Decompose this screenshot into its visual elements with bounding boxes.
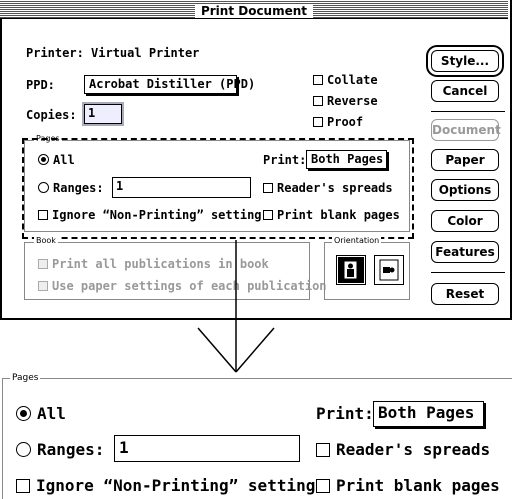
ranges-label: Ranges:: [53, 181, 104, 195]
print-blank-checkbox[interactable]: Print blank pages: [263, 208, 400, 222]
blank-check-icon: [263, 210, 273, 220]
ranges-radio[interactable]: Ranges:: [38, 181, 104, 195]
radio-selected-icon: [16, 406, 31, 421]
document-button[interactable]: Document: [431, 119, 501, 141]
blank-label: Print blank pages: [277, 208, 400, 222]
proof-label: Proof: [327, 115, 364, 129]
zoom-arrow-icon: [0, 238, 512, 378]
proof-check-icon: [313, 117, 323, 127]
style-button[interactable]: Style...: [431, 50, 499, 72]
zoomed-ignore-label: Ignore “Non-Printing” setting: [36, 476, 316, 495]
zoomed-readers-label: Reader's spreads: [336, 440, 491, 459]
printer-value: Virtual Printer: [91, 46, 200, 60]
ignore-check-icon: [16, 479, 30, 493]
zoomed-ignore-checkbox[interactable]: Ignore “Non-Printing” setting: [16, 476, 315, 495]
readers-check-icon: [316, 443, 330, 457]
readers-spreads-checkbox[interactable]: Reader's spreads: [263, 181, 393, 195]
radio-selected-icon: [38, 154, 49, 165]
blank-check-icon: [316, 479, 330, 493]
paper-button[interactable]: Paper: [431, 149, 499, 171]
collate-label: Collate: [327, 73, 378, 87]
ppd-popup[interactable]: Acrobat Distiller (PPD): [84, 75, 255, 94]
print-label: Print:: [263, 153, 307, 167]
zoomed-all-radio[interactable]: All: [16, 404, 66, 423]
printer-label: Printer:: [26, 46, 84, 60]
printer-row: Printer: Virtual Printer: [26, 46, 199, 60]
cancel-button[interactable]: Cancel: [431, 80, 499, 102]
all-radio[interactable]: All: [38, 153, 75, 167]
zoomed-print-label: Print:: [316, 404, 374, 423]
zoomed-all-label: All: [37, 404, 66, 423]
reverse-check-icon: [313, 96, 323, 106]
copies-label: Copies:: [26, 108, 77, 122]
collate-check-icon: [313, 75, 323, 85]
radio-empty-icon: [16, 442, 31, 457]
zoomed-readers-checkbox[interactable]: Reader's spreads: [316, 440, 490, 459]
options-button[interactable]: Options: [431, 179, 499, 201]
window-title-wrap: Print Document: [0, 0, 508, 18]
collate-checkbox[interactable]: Collate: [313, 73, 378, 87]
proof-checkbox[interactable]: Proof: [313, 115, 363, 129]
zoomed-blank-checkbox[interactable]: Print blank pages: [316, 476, 500, 495]
ppd-label: PPD:: [26, 78, 55, 92]
reverse-label: Reverse: [327, 94, 378, 108]
readers-check-icon: [263, 183, 273, 193]
zoomed-ranges-label: Ranges:: [37, 440, 105, 459]
zoomed-print-popup[interactable]: Both Pages: [373, 401, 484, 427]
print-popup[interactable]: Both Pages: [306, 150, 387, 169]
readers-label: Reader's spreads: [277, 181, 393, 195]
zoomed-blank-label: Print blank pages: [336, 476, 500, 495]
zoomed-ranges-input[interactable]: 1: [114, 435, 300, 462]
button-separator: [431, 111, 505, 112]
all-label: All: [53, 153, 75, 167]
ranges-input[interactable]: 1: [112, 177, 251, 198]
ignore-nonprinting-checkbox[interactable]: Ignore “Non-Printing” setting: [38, 208, 262, 222]
reverse-checkbox[interactable]: Reverse: [313, 94, 378, 108]
zoomed-ranges-radio[interactable]: Ranges:: [16, 440, 104, 459]
radio-empty-icon: [38, 182, 49, 193]
copies-input[interactable]: 1: [84, 104, 122, 124]
ignore-label: Ignore “Non-Printing” setting: [52, 208, 262, 222]
ignore-check-icon: [38, 210, 48, 220]
window-title: Print Document: [194, 4, 314, 18]
color-button[interactable]: Color: [431, 210, 499, 232]
zoomed-pages-group-label: Pages: [10, 373, 41, 383]
